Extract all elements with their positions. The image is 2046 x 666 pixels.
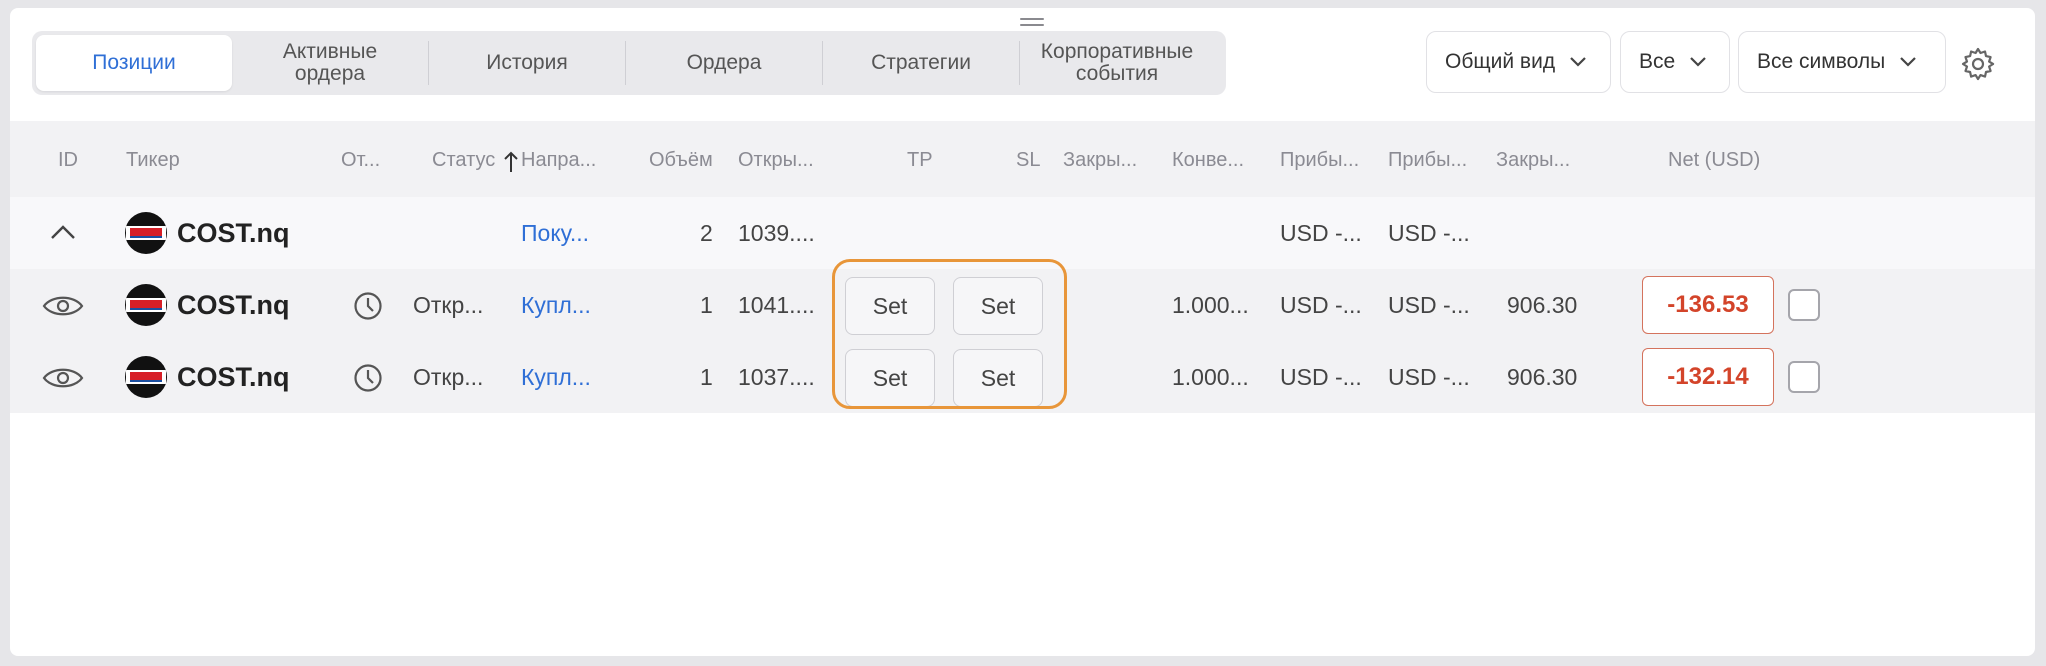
table-header: ID Тикер От... Статус Напра... Объём Отк… bbox=[10, 121, 2035, 197]
ticker-label: COST.nq bbox=[177, 289, 290, 320]
positions-panel: Позиции Активные ордера История Ордера С… bbox=[10, 8, 2035, 656]
tab-bar: Позиции Активные ордера История Ордера С… bbox=[32, 31, 1226, 95]
chevron-up-icon[interactable] bbox=[50, 223, 76, 241]
scope-dropdown-label: Все bbox=[1639, 50, 1676, 73]
volume-cell: 2 bbox=[700, 219, 713, 246]
symbols-dropdown[interactable]: Все символы bbox=[1738, 31, 1946, 93]
drag-handle-icon[interactable] bbox=[1020, 18, 1044, 32]
column-ot[interactable]: От... bbox=[341, 149, 380, 172]
direction-cell: Купл... bbox=[521, 291, 591, 318]
symbols-dropdown-label: Все символы bbox=[1757, 50, 1886, 73]
row-checkbox[interactable] bbox=[1788, 289, 1820, 321]
direction-cell: Купл... bbox=[521, 363, 591, 390]
set-sl-button[interactable]: Set bbox=[953, 277, 1043, 335]
conversion-cell: 1.000... bbox=[1172, 291, 1249, 318]
ticker-cell: COST.nq bbox=[125, 269, 290, 341]
column-direction[interactable]: Напра... bbox=[521, 149, 596, 172]
column-tp[interactable]: TP bbox=[907, 149, 933, 172]
position-row[interactable]: COST.nq Откр... Купл... 1 1041.... Set S… bbox=[10, 269, 2035, 341]
profit-2-cell: USD -... bbox=[1388, 291, 1470, 318]
column-status[interactable]: Статус bbox=[432, 149, 495, 172]
tab-orders[interactable]: Ордера bbox=[626, 35, 822, 91]
costco-logo-icon bbox=[125, 284, 167, 326]
column-net[interactable]: Net (USD) bbox=[1668, 149, 1760, 172]
column-profit-2[interactable]: Прибы... bbox=[1388, 149, 1467, 172]
row-checkbox[interactable] bbox=[1788, 361, 1820, 393]
profit-2-cell: USD -... bbox=[1388, 363, 1470, 390]
profit-1-cell: USD -... bbox=[1280, 291, 1362, 318]
ticker-label: COST.nq bbox=[177, 361, 290, 392]
gear-icon[interactable] bbox=[1960, 46, 1996, 82]
costco-logo-icon bbox=[125, 356, 167, 398]
column-volume[interactable]: Объём bbox=[649, 149, 713, 172]
status-cell: Откр... bbox=[413, 363, 484, 390]
net-value-badge[interactable]: -132.14 bbox=[1642, 348, 1774, 406]
conversion-cell: 1.000... bbox=[1172, 363, 1249, 390]
open-price-cell: 1037.... bbox=[738, 363, 815, 390]
volume-cell: 1 bbox=[700, 363, 713, 390]
ticker-label: COST.nq bbox=[177, 217, 290, 248]
profit-1-cell: USD -... bbox=[1280, 219, 1362, 246]
column-sl[interactable]: SL bbox=[1016, 149, 1040, 172]
costco-logo-icon bbox=[125, 212, 167, 254]
volume-cell: 1 bbox=[700, 291, 713, 318]
direction-cell: Поку... bbox=[521, 219, 590, 246]
tab-history[interactable]: История bbox=[429, 35, 625, 91]
closed-cell: 906.30 bbox=[1507, 363, 1578, 390]
set-sl-button[interactable]: Set bbox=[953, 349, 1043, 407]
column-id[interactable]: ID bbox=[58, 149, 78, 172]
clock-icon bbox=[354, 364, 382, 392]
column-conversion[interactable]: Конве... bbox=[1172, 149, 1244, 172]
tab-active-orders[interactable]: Активные ордера bbox=[232, 35, 428, 91]
column-ticker[interactable]: Тикер bbox=[126, 149, 180, 172]
closed-cell: 906.30 bbox=[1507, 291, 1578, 318]
set-tp-button[interactable]: Set bbox=[845, 349, 935, 407]
view-dropdown[interactable]: Общий вид bbox=[1426, 31, 1611, 93]
view-dropdown-label: Общий вид bbox=[1445, 50, 1556, 73]
tab-strategies[interactable]: Стратегии bbox=[823, 35, 1019, 91]
eye-icon[interactable] bbox=[42, 293, 84, 319]
ticker-cell: COST.nq bbox=[125, 197, 290, 269]
clock-icon bbox=[354, 292, 382, 320]
position-row[interactable]: COST.nq Откр... Купл... 1 1037.... Set S… bbox=[10, 341, 2035, 413]
position-group-row[interactable]: COST.nq Поку... 2 1039.... USD -... USD … bbox=[10, 197, 2035, 269]
chevron-down-icon bbox=[1690, 57, 1706, 67]
open-price-cell: 1041.... bbox=[738, 291, 815, 318]
chevron-down-icon bbox=[1570, 57, 1586, 67]
sort-arrow-up-icon[interactable] bbox=[504, 151, 518, 173]
chevron-down-icon bbox=[1900, 57, 1916, 67]
tab-corporate-events[interactable]: Корпоративные события bbox=[1020, 35, 1214, 91]
column-close[interactable]: Закры... bbox=[1063, 149, 1137, 172]
open-price-cell: 1039.... bbox=[738, 219, 815, 246]
scope-dropdown[interactable]: Все bbox=[1620, 31, 1730, 93]
column-closed[interactable]: Закры... bbox=[1496, 149, 1570, 172]
profit-1-cell: USD -... bbox=[1280, 363, 1362, 390]
eye-icon[interactable] bbox=[42, 365, 84, 391]
set-tp-button[interactable]: Set bbox=[845, 277, 935, 335]
column-open[interactable]: Откры... bbox=[738, 149, 814, 172]
column-profit-1[interactable]: Прибы... bbox=[1280, 149, 1359, 172]
status-cell: Откр... bbox=[413, 291, 484, 318]
ticker-cell: COST.nq bbox=[125, 341, 290, 413]
profit-2-cell: USD -... bbox=[1388, 219, 1470, 246]
tab-positions[interactable]: Позиции bbox=[36, 35, 232, 91]
net-value-badge[interactable]: -136.53 bbox=[1642, 276, 1774, 334]
